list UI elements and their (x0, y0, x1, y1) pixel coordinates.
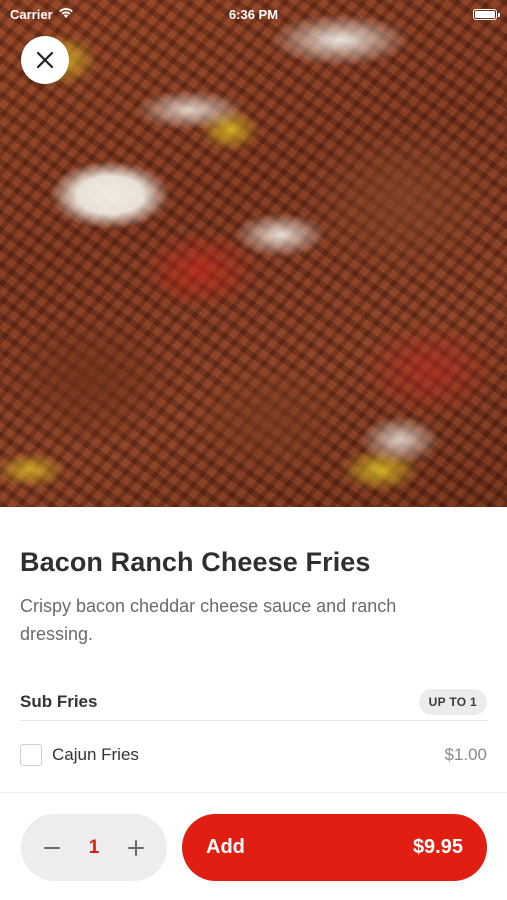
battery-icon (473, 8, 500, 20)
carrier-label: Carrier (10, 6, 53, 22)
add-to-cart-button[interactable]: Add $9.95 (182, 814, 487, 881)
add-button-label: Add (206, 836, 245, 858)
option-label: Cajun Fries (52, 745, 139, 764)
option-checkbox[interactable] (20, 744, 42, 766)
item-details: Bacon Ranch Cheese Fries Crispy bacon ch… (0, 507, 507, 766)
close-icon (36, 51, 54, 69)
plus-icon (127, 839, 144, 856)
increment-button[interactable] (123, 835, 149, 861)
status-bar: Carrier 6:36 PM (0, 0, 507, 28)
decrement-button[interactable] (39, 835, 65, 861)
option-price: $1.00 (444, 745, 487, 764)
quantity-value: 1 (88, 836, 100, 858)
bottom-action-bar: 1 Add $9.95 (0, 792, 507, 900)
quantity-stepper: 1 (21, 814, 167, 881)
modifier-limit-badge: UP TO 1 (418, 688, 487, 715)
item-description: Crispy bacon cheddar cheese sauce and ra… (20, 596, 397, 644)
status-left: Carrier (10, 7, 74, 22)
add-button-total: $9.95 (412, 836, 463, 858)
modifier-option-cajun-fries[interactable]: Cajun Fries $1.00 (20, 735, 487, 775)
modifier-group-header: Sub Fries UP TO 1 (20, 683, 487, 721)
close-button[interactable] (21, 36, 69, 84)
minus-icon (44, 846, 60, 849)
item-photo (0, 0, 507, 507)
option-left: Cajun Fries (20, 744, 139, 766)
status-time: 6:36 PM (228, 6, 279, 22)
item-title: Bacon Ranch Cheese Fries (20, 547, 371, 577)
modifier-group-title: Sub Fries (20, 691, 98, 711)
wifi-icon (58, 7, 74, 22)
